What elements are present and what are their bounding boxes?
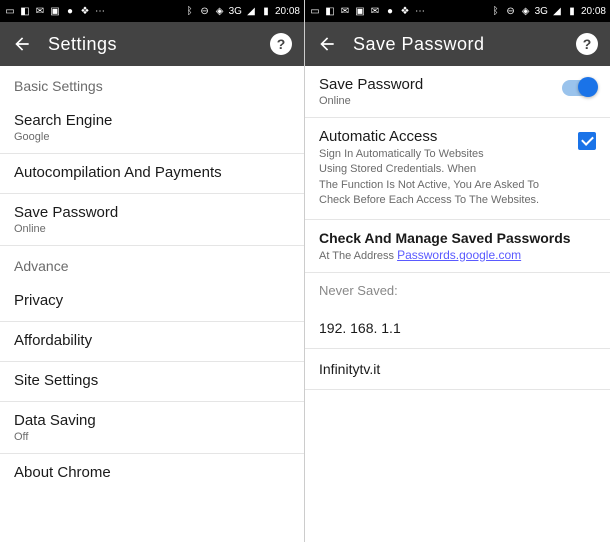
status-icon: ❖ (399, 5, 411, 17)
battery-icon: ▮ (566, 5, 578, 17)
item-title: About Chrome (14, 464, 290, 481)
save-password-item[interactable]: Save Password Online (0, 194, 304, 246)
status-icon: ✉ (339, 5, 351, 17)
passwords-link[interactable]: Passwords.google.com (397, 248, 521, 262)
save-password-content: Save Password Online Automatic Access Si… (305, 66, 610, 542)
search-engine-item[interactable]: Search Engine Google (0, 102, 304, 154)
signal-icon: ◢ (245, 5, 257, 17)
status-icon: ⋯ (414, 5, 426, 17)
status-bar-right: ▭ ◧ ✉ ▣ ✉ ● ❖ ⋯ ᛒ ⊖ ◈ 3G ◢ ▮ 20:08 (305, 0, 610, 22)
item-title: Site Settings (14, 372, 290, 389)
status-icon: ● (64, 5, 76, 17)
item-subtitle: Online (14, 223, 290, 235)
app-bar-left: Settings ? (0, 22, 304, 66)
status-icon: ▣ (49, 5, 61, 17)
item-title: Search Engine (14, 112, 290, 129)
status-icon: ◧ (324, 5, 336, 17)
affordability-item[interactable]: Affordability (0, 322, 304, 362)
save-password-toggle[interactable] (562, 80, 596, 96)
page-title: Save Password (353, 34, 560, 55)
page-title: Settings (48, 34, 254, 55)
never-saved-entry[interactable]: 192. 168. 1.1 (305, 308, 610, 349)
item-subtitle: At The Address Passwords.google.com (319, 248, 596, 262)
back-icon[interactable] (317, 34, 337, 54)
item-subtitle: Off (14, 431, 290, 443)
autocomp-item[interactable]: Autocompilation And Payments (0, 154, 304, 194)
item-title: Save Password (14, 204, 290, 221)
clock: 20:08 (275, 6, 300, 17)
item-desc: Sign In Automatically To Websites Using … (319, 147, 568, 209)
item-title: Affordability (14, 332, 290, 349)
network-label: 3G (535, 6, 548, 17)
clock: 20:08 (581, 6, 606, 17)
status-icon: ◧ (19, 5, 31, 17)
bluetooth-icon: ᛒ (184, 5, 196, 17)
item-subtitle: Google (14, 131, 290, 143)
status-icon: ✉ (369, 5, 381, 17)
bluetooth-icon: ᛒ (490, 5, 502, 17)
status-icon: ▣ (354, 5, 366, 17)
item-title: Check And Manage Saved Passwords (319, 230, 596, 246)
location-icon: ◈ (214, 5, 226, 17)
never-saved-entry[interactable]: Infinitytv.it (305, 349, 610, 390)
automatic-access-row[interactable]: Automatic Access Sign In Automatically T… (305, 118, 610, 220)
about-chrome-item[interactable]: About Chrome (0, 454, 304, 493)
settings-panel: ▭ ◧ ✉ ▣ ● ❖ ⋯ ᛒ ⊖ ◈ 3G ◢ ▮ 20:08 Setting… (0, 0, 305, 542)
app-bar-right: Save Password ? (305, 22, 610, 66)
status-icon: ⋯ (94, 5, 106, 17)
privacy-item[interactable]: Privacy (0, 282, 304, 322)
status-icon: ● (384, 5, 396, 17)
item-subtitle: Online (319, 95, 552, 107)
item-title: Privacy (14, 292, 290, 309)
save-password-panel: ▭ ◧ ✉ ▣ ✉ ● ❖ ⋯ ᛒ ⊖ ◈ 3G ◢ ▮ 20:08 Save … (305, 0, 610, 542)
basic-settings-header: Basic Settings (0, 66, 304, 102)
help-icon[interactable]: ? (576, 33, 598, 55)
status-icon: ❖ (79, 5, 91, 17)
save-password-toggle-row[interactable]: Save Password Online (305, 66, 610, 118)
data-saving-item[interactable]: Data Saving Off (0, 402, 304, 454)
never-saved-label: Never Saved: (305, 273, 610, 308)
status-icon: ▭ (4, 5, 16, 17)
help-icon[interactable]: ? (270, 33, 292, 55)
advance-header: Advance (0, 246, 304, 282)
status-icon: ✉ (34, 5, 46, 17)
signal-icon: ◢ (551, 5, 563, 17)
back-icon[interactable] (12, 34, 32, 54)
status-bar-left: ▭ ◧ ✉ ▣ ● ❖ ⋯ ᛒ ⊖ ◈ 3G ◢ ▮ 20:08 (0, 0, 304, 22)
manage-passwords-item[interactable]: Check And Manage Saved Passwords At The … (305, 220, 610, 273)
settings-content: Basic Settings Search Engine Google Auto… (0, 66, 304, 542)
battery-icon: ▮ (260, 5, 272, 17)
item-title: Automatic Access (319, 128, 568, 145)
automatic-access-checkbox[interactable] (578, 132, 596, 150)
network-label: 3G (229, 6, 242, 17)
dnd-icon: ⊖ (199, 5, 211, 17)
location-icon: ◈ (520, 5, 532, 17)
item-title: Autocompilation And Payments (14, 164, 290, 181)
site-settings-item[interactable]: Site Settings (0, 362, 304, 402)
item-title: Save Password (319, 76, 552, 93)
item-title: Data Saving (14, 412, 290, 429)
dnd-icon: ⊖ (505, 5, 517, 17)
status-icon: ▭ (309, 5, 321, 17)
